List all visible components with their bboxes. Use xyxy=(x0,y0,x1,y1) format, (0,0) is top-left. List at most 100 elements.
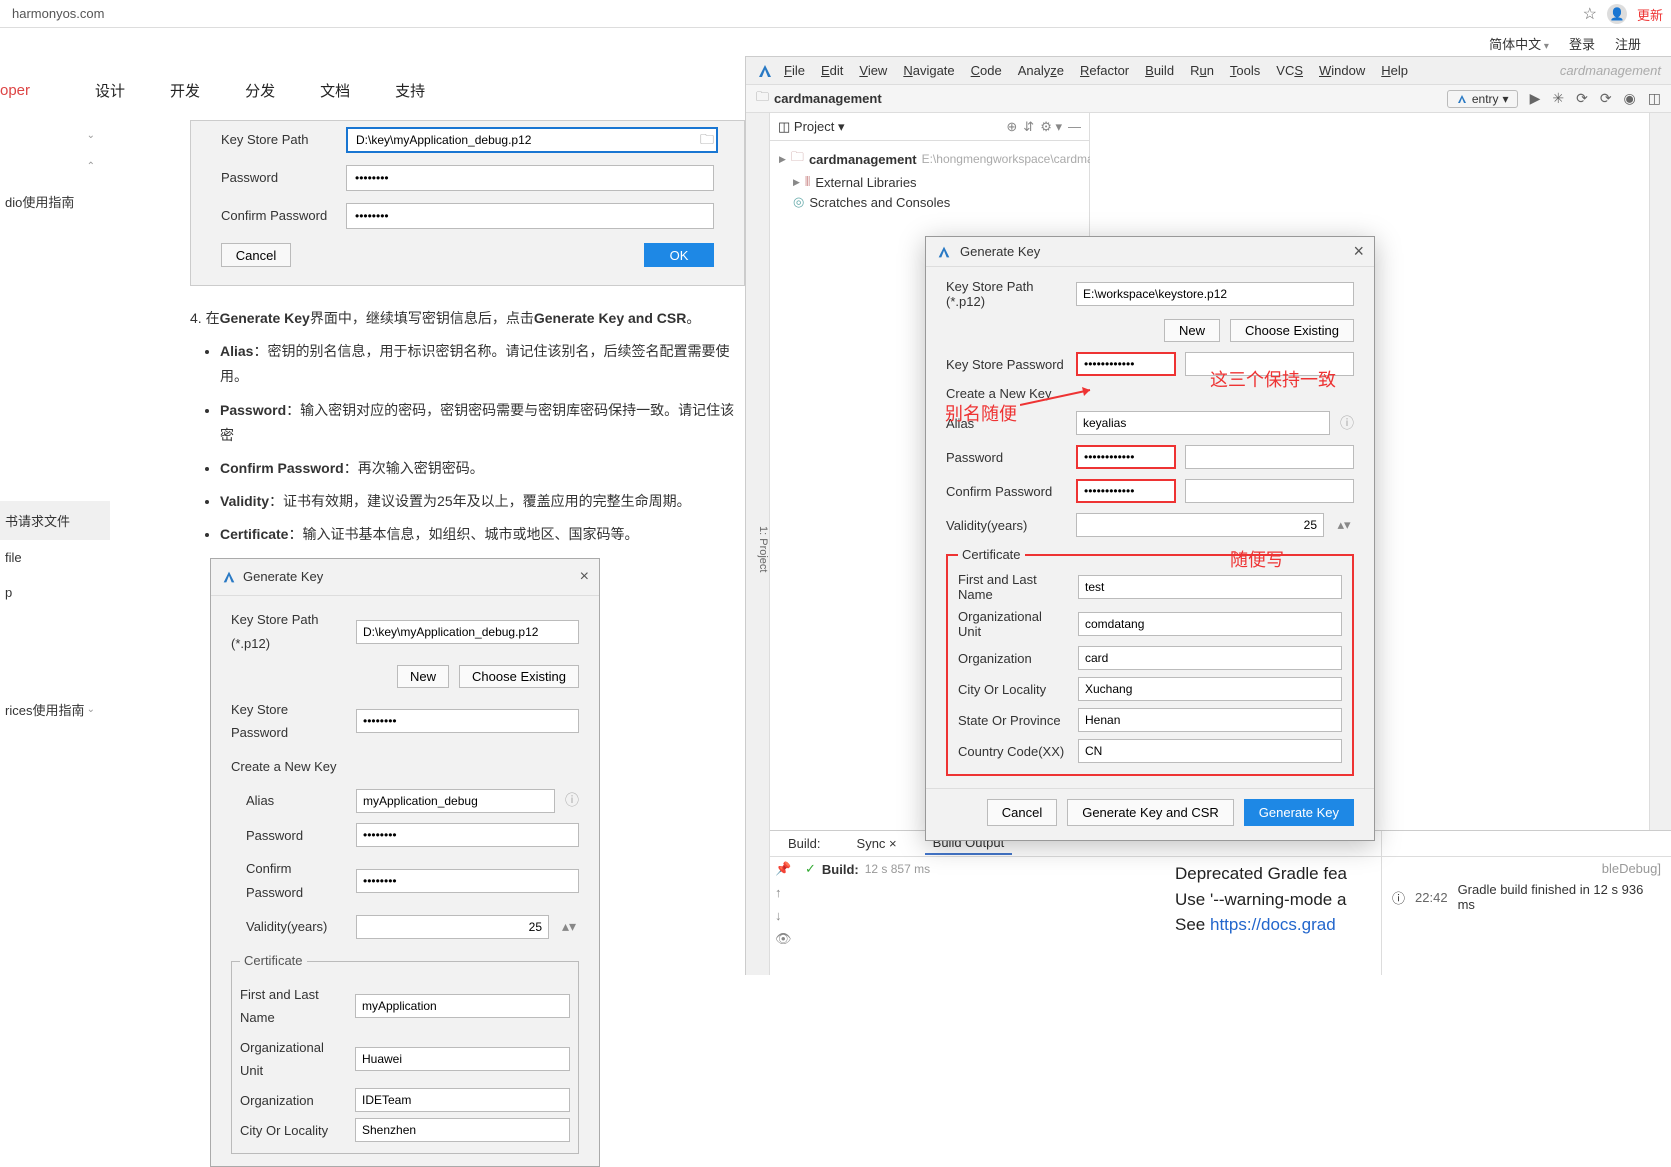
run-config-selector[interactable]: entry ▾ xyxy=(1447,90,1518,108)
menu-help[interactable]: Help xyxy=(1375,61,1414,80)
sidebar-item[interactable]: ⌄ xyxy=(0,120,110,151)
tree-root[interactable]: ▶🗀 cardmanagement E:\hongmengworkspace\c… xyxy=(775,146,1084,172)
tree-ext-libs[interactable]: ▶⫴ External Libraries xyxy=(775,172,1084,192)
settings-icon[interactable]: ⚙ ▾ xyxy=(1040,119,1062,135)
sidebar-item[interactable]: file xyxy=(0,540,110,575)
sidebar-item[interactable]: rices使用指南⌄ xyxy=(0,690,110,729)
pin-icon[interactable]: 📌 xyxy=(775,861,792,877)
folder-icon[interactable]: 🗀 xyxy=(700,127,714,152)
sidebar-item[interactable]: p xyxy=(0,575,110,610)
nav-design[interactable]: 设计 xyxy=(95,80,125,101)
input-org[interactable] xyxy=(355,1088,570,1112)
label-confirm-password: Confirm Password xyxy=(246,857,346,904)
new-button[interactable]: New xyxy=(397,665,449,688)
stop-icon[interactable]: ◉ xyxy=(1624,90,1636,107)
collapse-icon[interactable]: ⇵ xyxy=(1023,119,1034,135)
annotation-consistent: 这三个保持一致 xyxy=(1210,366,1336,392)
menu-run[interactable]: Run xyxy=(1184,61,1220,80)
input-password[interactable] xyxy=(356,823,579,847)
menu-build[interactable]: Build xyxy=(1139,61,1180,80)
spinner-icon[interactable]: ▴▾ xyxy=(559,914,579,939)
register-link[interactable]: 注册 xyxy=(1615,34,1641,53)
input-confirm-password[interactable] xyxy=(1076,479,1176,503)
nav-docs[interactable]: 文档 xyxy=(320,80,350,101)
sidebar-item[interactable]: ⌃ xyxy=(0,151,110,182)
choose-existing-button[interactable]: Choose Existing xyxy=(1230,319,1354,342)
login-link[interactable]: 登录 xyxy=(1569,34,1595,53)
sidebar-item[interactable]: dio使用指南 xyxy=(0,182,110,221)
input-name[interactable] xyxy=(1078,575,1342,599)
input-org[interactable] xyxy=(1078,646,1342,670)
spinner-icon[interactable]: ▴▾ xyxy=(1334,517,1354,533)
coverage-icon[interactable]: ⟳ xyxy=(1576,90,1588,107)
input-keystore-path[interactable] xyxy=(346,127,718,153)
eye-icon[interactable]: 👁 xyxy=(775,931,792,947)
input-country[interactable] xyxy=(1078,739,1342,763)
input-alias[interactable] xyxy=(1076,411,1330,435)
update-button[interactable]: 更新 xyxy=(1637,5,1663,24)
user-avatar-icon[interactable]: 👤 xyxy=(1607,4,1627,24)
input-confirm-password-ext[interactable] xyxy=(1185,479,1354,503)
input-city[interactable] xyxy=(1078,677,1342,701)
input-ou[interactable] xyxy=(355,1047,570,1071)
run-icon[interactable]: ▶ xyxy=(1530,90,1541,107)
choose-existing-button[interactable]: Choose Existing xyxy=(459,665,579,688)
help-icon[interactable]: ⓘ xyxy=(1340,413,1354,433)
input-password[interactable] xyxy=(1076,445,1176,469)
label-ou: Organizational Unit xyxy=(240,1036,345,1083)
menu-edit[interactable]: Edit xyxy=(815,61,849,80)
language-dropdown[interactable]: 简体中文 xyxy=(1489,34,1549,53)
target-icon[interactable]: ⊕ xyxy=(1006,119,1017,135)
hide-icon[interactable]: — xyxy=(1068,119,1081,134)
menu-view[interactable]: View xyxy=(853,61,893,80)
label-password: Password xyxy=(946,450,1066,465)
input-keystore-path[interactable] xyxy=(1076,282,1354,306)
input-keystore-path[interactable] xyxy=(356,620,579,644)
input-name[interactable] xyxy=(355,994,570,1018)
new-button[interactable]: New xyxy=(1164,319,1220,342)
nav-support[interactable]: 支持 xyxy=(395,80,425,101)
input-ou[interactable] xyxy=(1078,612,1342,636)
left-gutter-project[interactable]: 1: Project xyxy=(746,113,770,975)
input-password[interactable] xyxy=(346,165,714,191)
input-ks-password[interactable] xyxy=(1076,352,1176,376)
cancel-button[interactable]: Cancel xyxy=(987,799,1057,826)
close-icon[interactable]: × xyxy=(1353,241,1364,262)
sidebar-item[interactable]: 书请求文件 xyxy=(0,501,110,540)
input-ks-password[interactable] xyxy=(356,709,579,733)
input-confirm-password[interactable] xyxy=(356,869,579,893)
menu-analyze[interactable]: Analyze xyxy=(1012,61,1070,80)
profile-icon[interactable]: ⟳ xyxy=(1600,90,1612,107)
menu-navigate[interactable]: Navigate xyxy=(897,61,960,80)
generate-key-button[interactable]: Generate Key xyxy=(1244,799,1354,826)
menu-refactor[interactable]: Refactor xyxy=(1074,61,1135,80)
menu-vcs[interactable]: VCS xyxy=(1270,61,1309,80)
input-city[interactable] xyxy=(355,1118,570,1142)
nav-distribute[interactable]: 分发 xyxy=(245,80,275,101)
generate-key-csr-button[interactable]: Generate Key and CSR xyxy=(1067,799,1234,826)
annotation-fill-any: 随便写 xyxy=(1230,546,1284,572)
search-icon[interactable]: ◫ xyxy=(1648,90,1661,107)
nav-develop[interactable]: 开发 xyxy=(170,80,200,101)
input-validity[interactable] xyxy=(356,915,549,939)
input-password-ext[interactable] xyxy=(1185,445,1354,469)
arrow-up-icon[interactable]: ↑ xyxy=(775,885,792,900)
menu-window[interactable]: Window xyxy=(1313,61,1371,80)
help-icon[interactable]: ⓘ xyxy=(565,788,579,813)
dev-header: oper 设计 开发 分发 文档 支持 xyxy=(0,60,425,120)
project-view-dropdown[interactable]: ◫ Project ▾ xyxy=(778,119,845,135)
bookmark-star-icon[interactable]: ☆ xyxy=(1583,4,1597,24)
tree-scratches[interactable]: ◎ Scratches and Consoles xyxy=(775,192,1084,212)
arrow-down-icon[interactable]: ↓ xyxy=(775,908,792,923)
menu-tools[interactable]: Tools xyxy=(1224,61,1266,80)
menu-file[interactable]: File xyxy=(778,61,811,80)
input-alias[interactable] xyxy=(356,789,555,813)
menu-code[interactable]: Code xyxy=(965,61,1008,80)
cancel-button[interactable]: Cancel xyxy=(221,243,291,267)
input-validity[interactable] xyxy=(1076,513,1324,537)
close-icon[interactable]: × xyxy=(580,563,589,592)
ok-button[interactable]: OK xyxy=(644,243,714,267)
input-state[interactable] xyxy=(1078,708,1342,732)
debug-icon[interactable]: ✳ xyxy=(1552,90,1564,107)
input-confirm-password[interactable] xyxy=(346,203,714,229)
